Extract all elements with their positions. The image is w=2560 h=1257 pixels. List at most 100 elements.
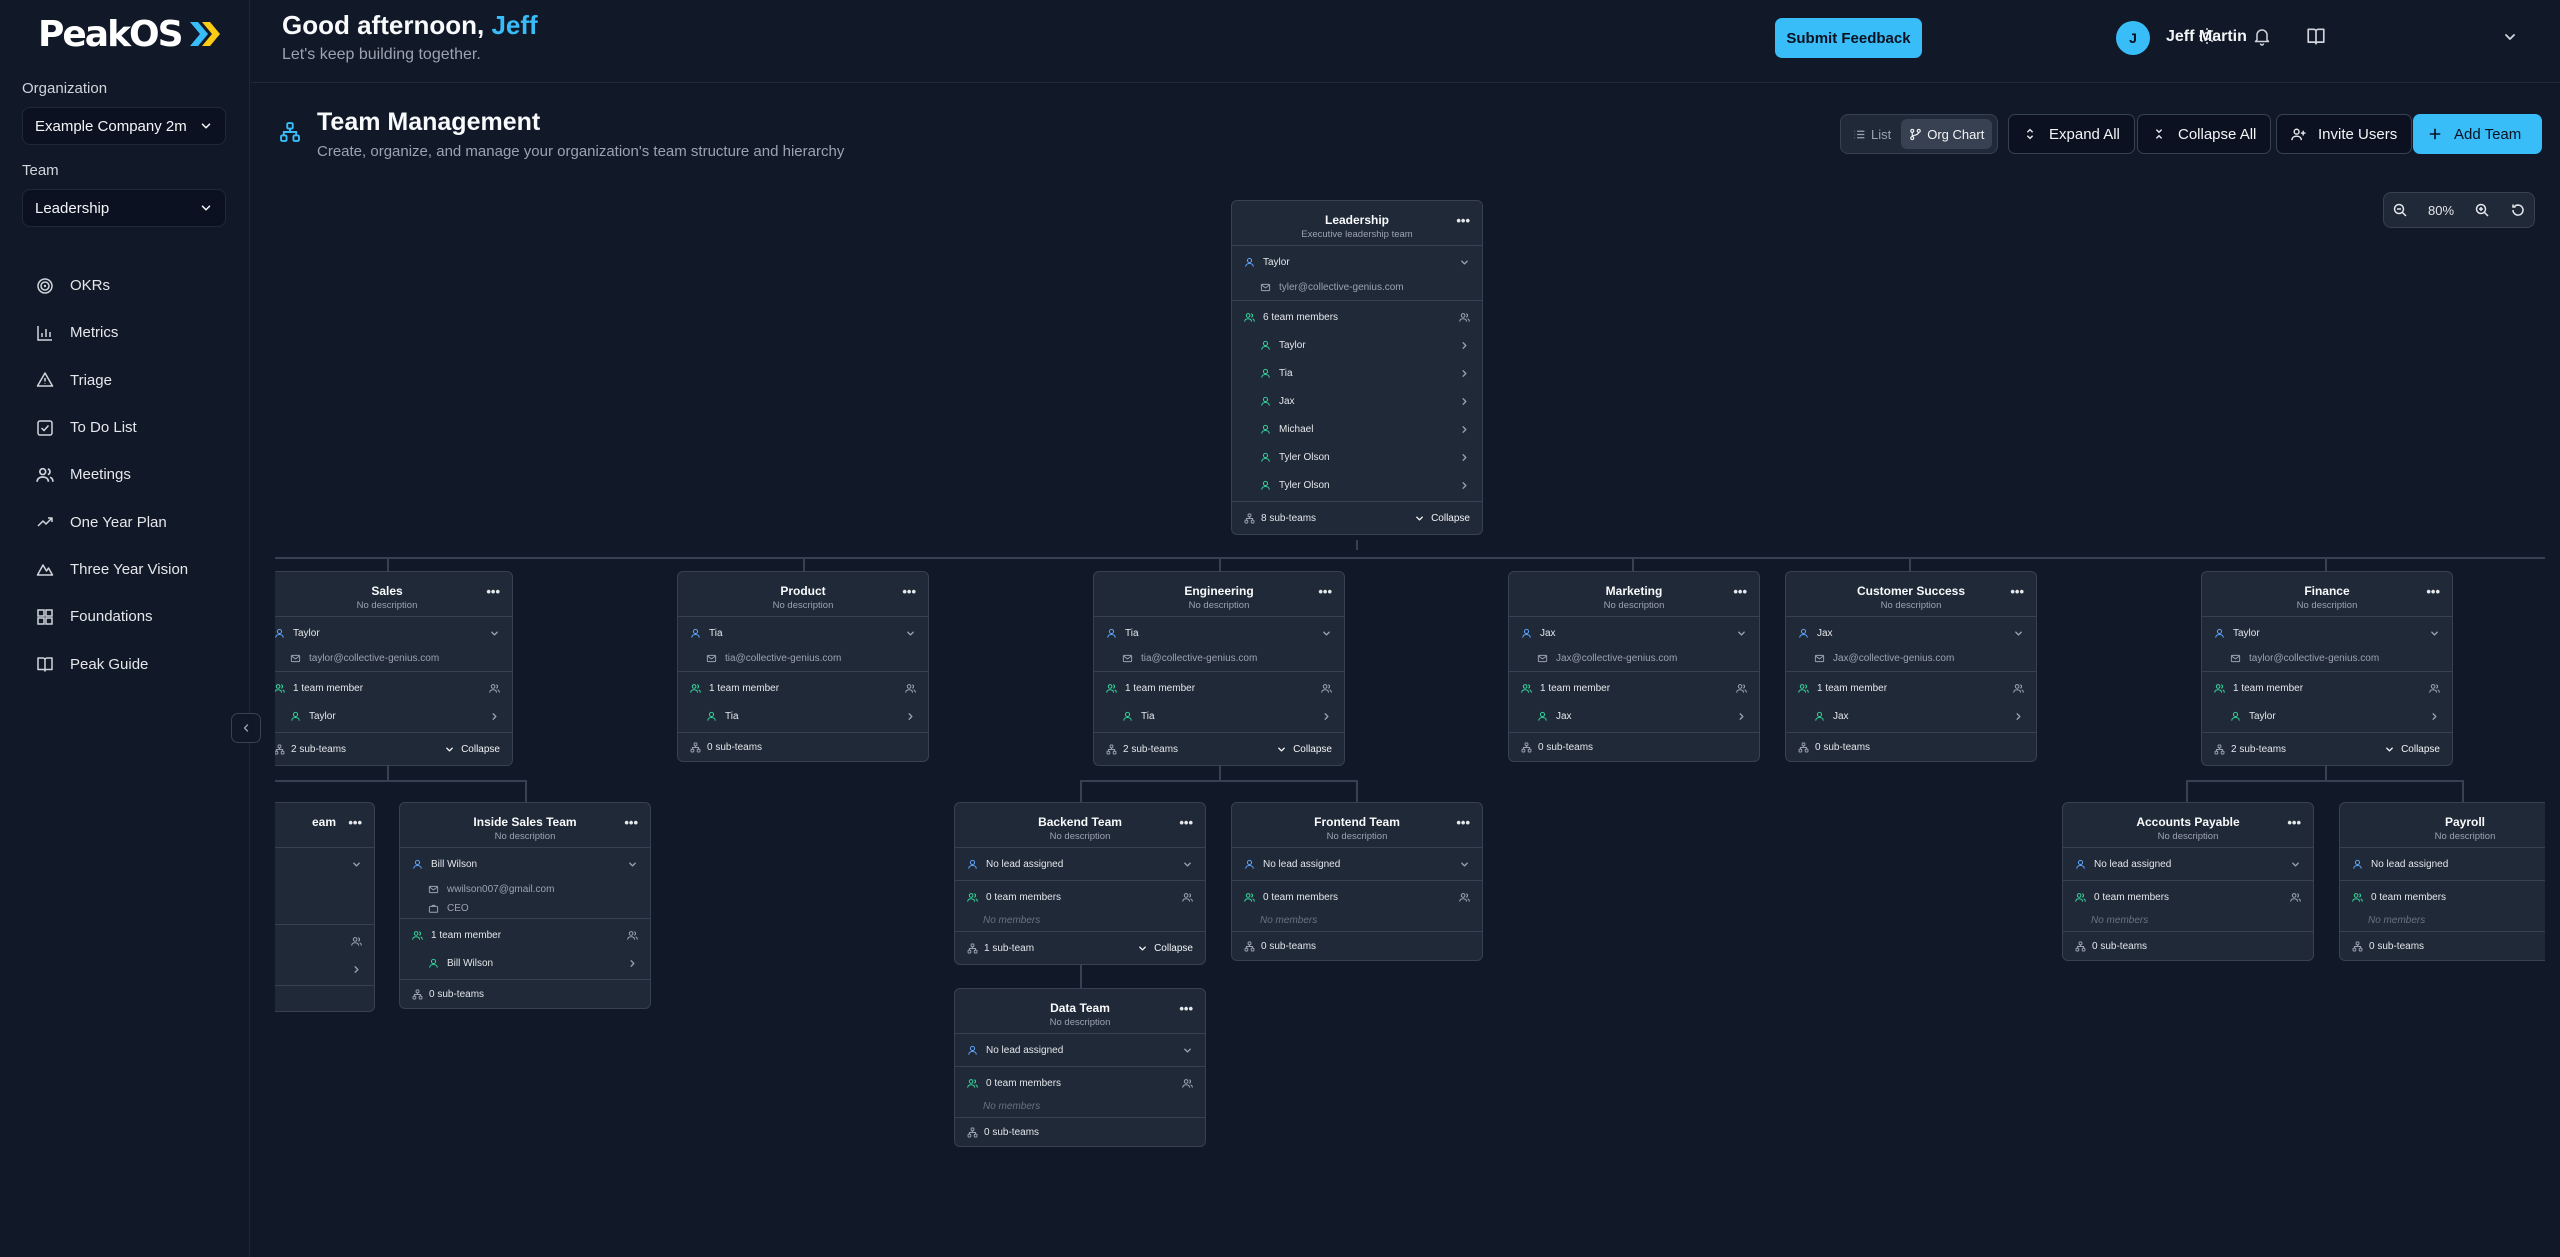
sidebar-item-metrics[interactable]: Metrics — [22, 309, 232, 356]
more-options-icon[interactable]: ••• — [348, 815, 362, 830]
team-card-leadership[interactable]: Leadership Executive leadership team •••… — [1231, 200, 1483, 535]
team-card-data[interactable]: Data Team No description ••• No lead ass… — [954, 988, 1206, 1147]
team-lead-row[interactable]: No lead assigned — [955, 850, 1205, 878]
team-card-accounts-payable[interactable]: Accounts Payable No description ••• No l… — [2062, 802, 2314, 961]
more-options-icon[interactable]: ••• — [902, 584, 916, 599]
submit-feedback-button[interactable]: Submit Feedback — [1775, 18, 1922, 58]
member-row[interactable]: Tyler Olson — [1232, 471, 1482, 499]
members-header-row[interactable]: 1 team member — [400, 921, 650, 949]
sidebar-item-foundations[interactable]: Foundations — [22, 593, 232, 640]
team-select[interactable]: Leadership — [22, 189, 226, 227]
more-options-icon[interactable]: ••• — [486, 584, 500, 599]
member-row[interactable]: Jax — [1786, 702, 2036, 730]
members-header-row[interactable]: 0 team members — [955, 1069, 1205, 1097]
team-lead-row[interactable]: Taylor — [1232, 248, 1482, 276]
more-options-icon[interactable]: ••• — [1456, 815, 1470, 830]
more-options-icon[interactable]: ••• — [1733, 584, 1747, 599]
more-options-icon[interactable]: ••• — [2426, 584, 2440, 599]
collapse-button[interactable]: Collapse — [1137, 943, 1193, 954]
member-row[interactable]: Michael — [1232, 415, 1482, 443]
team-lead-row[interactable]: Taylor — [2202, 619, 2452, 647]
member-row[interactable]: Tia — [1232, 359, 1482, 387]
sidebar-item-to-do-list[interactable]: To Do List — [22, 404, 232, 451]
add-team-button[interactable]: Add Team — [2413, 114, 2542, 154]
sidebar-item-peak-guide[interactable]: Peak Guide — [22, 640, 232, 687]
team-card-engineering[interactable]: Engineering No description ••• Tia tia@c… — [1093, 571, 1345, 766]
member-row[interactable] — [275, 955, 374, 983]
more-options-icon[interactable]: ••• — [1318, 584, 1332, 599]
member-row[interactable]: Taylor — [2202, 702, 2452, 730]
member-row[interactable]: Taylor — [275, 702, 512, 730]
team-lead-row[interactable]: Taylor — [275, 619, 512, 647]
more-options-icon[interactable]: ••• — [2287, 815, 2301, 830]
member-row[interactable]: Tia — [1094, 702, 1344, 730]
members-header-row[interactable] — [275, 927, 374, 955]
team-lead-row[interactable]: No lead assigned — [1232, 850, 1482, 878]
sidebar-item-okrs[interactable]: OKRs — [22, 262, 232, 309]
notifications-button[interactable] — [2252, 26, 2272, 46]
sidebar-item-triage[interactable]: Triage — [22, 357, 232, 404]
member-row[interactable]: Bill Wilson — [400, 949, 650, 977]
more-options-icon[interactable]: ••• — [1456, 213, 1470, 228]
member-row[interactable]: Jax — [1509, 702, 1759, 730]
members-header-row[interactable]: 1 team member — [1094, 674, 1344, 702]
team-lead-row[interactable] — [275, 850, 374, 878]
members-header-row[interactable]: 0 team members — [2063, 883, 2313, 911]
collapse-button[interactable]: Collapse — [1276, 744, 1332, 755]
view-org-chart-button[interactable]: Org Chart — [1901, 119, 1993, 149]
view-list-button[interactable]: List — [1845, 119, 1899, 149]
team-card-marketing[interactable]: Marketing No description ••• Jax Jax@col… — [1508, 571, 1760, 762]
members-header-row[interactable]: 0 team members — [1232, 883, 1482, 911]
sidebar-item-meetings[interactable]: Meetings — [22, 451, 232, 498]
members-header-row[interactable]: 6 team members — [1232, 303, 1482, 331]
team-card-customer-success[interactable]: Customer Success No description ••• Jax … — [1785, 571, 2037, 762]
team-lead-row[interactable]: Tia — [1094, 619, 1344, 647]
members-header-row[interactable]: 1 team member — [1509, 674, 1759, 702]
team-lead-row[interactable]: Jax — [1786, 619, 2036, 647]
team-card-backend[interactable]: Backend Team No description ••• No lead … — [954, 802, 1206, 965]
peakos-logo[interactable]: PeakOS — [38, 14, 224, 55]
team-card-sales[interactable]: Sales No description ••• Taylor taylor@c… — [275, 571, 513, 766]
members-header-row[interactable]: 1 team member — [275, 674, 512, 702]
invite-users-button[interactable]: Invite Users — [2276, 114, 2413, 154]
more-options-icon[interactable]: ••• — [1179, 1001, 1193, 1016]
more-options-icon[interactable]: ••• — [1179, 815, 1193, 830]
sidebar-item-three-year-vision[interactable]: Three Year Vision — [22, 546, 232, 593]
user-name[interactable]: Jeff Martin — [2166, 28, 2247, 46]
collapse-button[interactable]: Collapse — [2384, 744, 2440, 755]
expand-all-button[interactable]: Expand All — [2008, 114, 2135, 154]
members-header-row[interactable]: 1 team member — [2202, 674, 2452, 702]
members-header-row[interactable]: 0 team members — [955, 883, 1205, 911]
member-row[interactable]: Taylor — [1232, 331, 1482, 359]
member-row[interactable]: Jax — [1232, 387, 1482, 415]
members-header-row[interactable]: 1 team member — [1786, 674, 2036, 702]
team-card-partial[interactable]: eam ••• — [275, 802, 375, 1012]
team-lead-row[interactable]: No lead assigned — [2063, 850, 2313, 878]
team-card-inside-sales[interactable]: Inside Sales Team No description ••• Bil… — [399, 802, 651, 1009]
org-chart-canvas[interactable]: Leadership Executive leadership team •••… — [275, 170, 2545, 1220]
team-card-product[interactable]: Product No description ••• Tia tia@colle… — [677, 571, 929, 762]
team-lead-row[interactable]: No lead assigned — [2340, 850, 2545, 878]
more-options-icon[interactable]: ••• — [2010, 584, 2024, 599]
user-menu-button[interactable] — [2502, 29, 2518, 45]
members-header-row[interactable]: 1 team member — [678, 674, 928, 702]
member-row[interactable]: Tia — [678, 702, 928, 730]
members-header-row[interactable]: 0 team members — [2340, 883, 2545, 911]
more-options-icon[interactable]: ••• — [624, 815, 638, 830]
collapse-all-button[interactable]: Collapse All — [2137, 114, 2272, 154]
sidebar-collapse-button[interactable] — [231, 713, 261, 743]
guide-button[interactable] — [2306, 26, 2326, 46]
sidebar-item-one-year-plan[interactable]: One Year Plan — [22, 498, 232, 545]
team-lead-row[interactable]: No lead assigned — [955, 1036, 1205, 1064]
team-lead-row[interactable]: Jax — [1509, 619, 1759, 647]
member-row[interactable]: Tyler Olson — [1232, 443, 1482, 471]
team-lead-row[interactable]: Tia — [678, 619, 928, 647]
team-card-finance[interactable]: Finance No description ••• Taylor taylor… — [2201, 571, 2453, 766]
team-lead-row[interactable]: Bill Wilson — [400, 850, 650, 878]
team-card-payroll[interactable]: Payroll No description ••• No lead assig… — [2339, 802, 2545, 961]
organization-select[interactable]: Example Company 2m — [22, 107, 226, 145]
avatar[interactable]: J — [2116, 21, 2150, 55]
collapse-button[interactable]: Collapse — [1414, 513, 1470, 524]
collapse-button[interactable]: Collapse — [444, 744, 500, 755]
team-card-frontend[interactable]: Frontend Team No description ••• No lead… — [1231, 802, 1483, 961]
